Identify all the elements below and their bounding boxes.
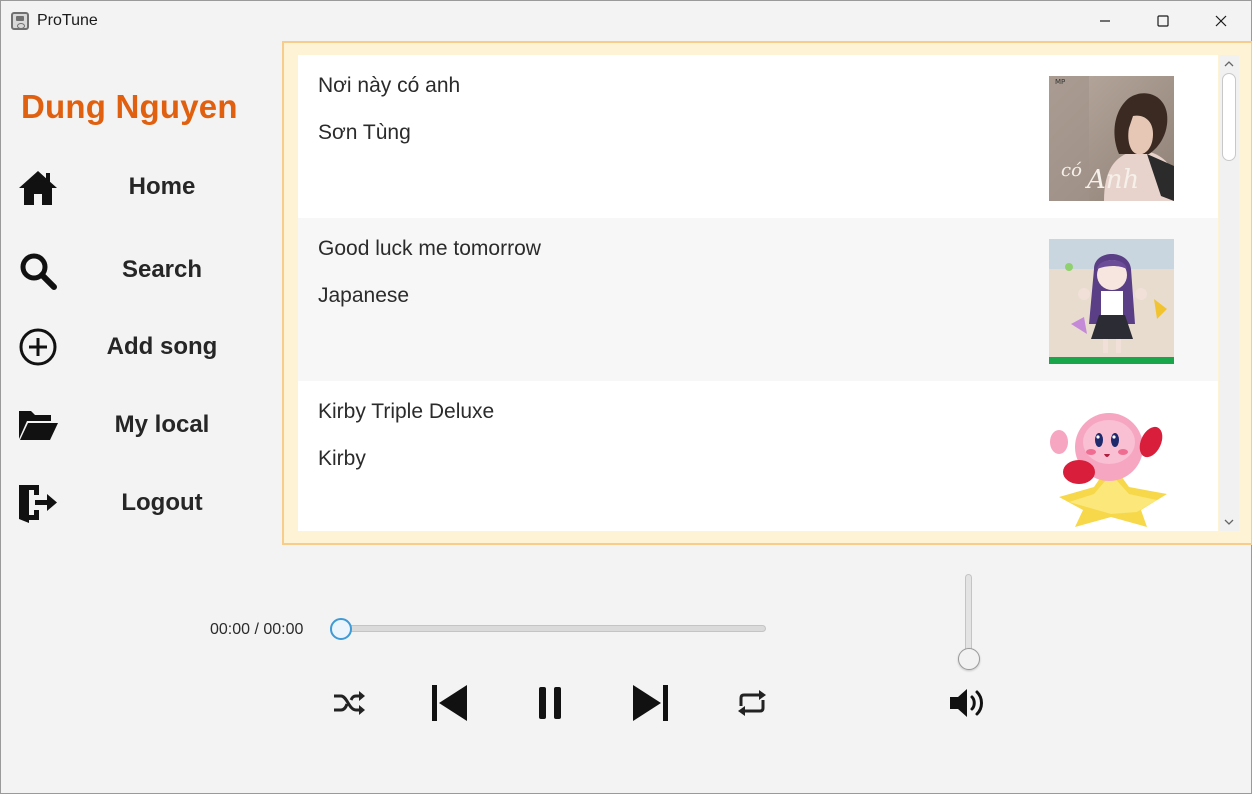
song-list[interactable]: Nơi này có anh Sơn Tùng MP có Anh Good l… xyxy=(298,55,1218,531)
song-item[interactable]: Good luck me tomorrow Japanese xyxy=(298,218,1218,381)
pause-icon xyxy=(539,687,561,719)
nav-label-home: Home xyxy=(128,173,196,200)
home-icon xyxy=(19,171,57,205)
album-art-image xyxy=(1049,402,1174,527)
maximize-icon xyxy=(1157,15,1169,27)
song-artist: Sơn Tùng xyxy=(318,121,411,144)
progress-slider[interactable] xyxy=(341,625,766,632)
shuffle-button[interactable] xyxy=(327,681,371,725)
minimize-button[interactable] xyxy=(1076,1,1134,41)
nav-label-search: Search xyxy=(121,256,203,283)
volume-button[interactable] xyxy=(947,681,991,725)
folder-open-icon xyxy=(19,411,58,440)
app-icon xyxy=(11,12,29,30)
song-list-panel: Nơi này có anh Sơn Tùng MP có Anh Good l… xyxy=(282,41,1252,545)
song-title: Kirby Triple Deluxe xyxy=(318,400,495,423)
time-display: 00:00 / 00:00 xyxy=(210,621,304,638)
svg-text:Anh: Anh xyxy=(1085,165,1139,195)
search-icon xyxy=(20,253,57,290)
shuffle-icon xyxy=(334,691,365,715)
song-list-scrollbar[interactable] xyxy=(1219,55,1239,531)
svg-text:MP: MP xyxy=(1055,78,1065,86)
close-button[interactable] xyxy=(1192,1,1250,41)
song-title: Good luck me tomorrow xyxy=(318,237,541,260)
nav-item-my-local[interactable]: My local xyxy=(17,401,267,449)
progress-slider-thumb[interactable] xyxy=(330,618,352,640)
nav-label-my-local: My local xyxy=(114,411,210,438)
volume-icon xyxy=(950,689,983,717)
song-title: Nơi này có anh xyxy=(318,74,461,97)
song-item[interactable]: Nơi này có anh Sơn Tùng MP có Anh xyxy=(298,55,1218,218)
svg-text:có: có xyxy=(1061,160,1082,181)
window-title: ProTune xyxy=(37,12,98,29)
nav-label-add-song: Add song xyxy=(106,333,218,360)
close-icon xyxy=(1215,15,1227,27)
repeat-button[interactable] xyxy=(730,681,774,725)
album-art-image xyxy=(1049,239,1174,364)
song-item[interactable]: Kirby Triple Deluxe Kirby xyxy=(298,381,1218,531)
scroll-up-icon[interactable] xyxy=(1222,57,1236,71)
volume-slider-thumb[interactable] xyxy=(958,648,980,670)
nav-label-logout: Logout xyxy=(121,489,203,516)
nav-item-add-song[interactable]: Add song xyxy=(17,323,267,371)
add-circle-icon xyxy=(19,328,57,366)
scrollbar-thumb[interactable] xyxy=(1222,73,1236,161)
previous-icon xyxy=(432,685,467,721)
user-name: Dung Nguyen xyxy=(21,88,238,125)
title-bar: ProTune xyxy=(1,1,1251,41)
maximize-button[interactable] xyxy=(1134,1,1192,41)
nav-item-logout[interactable]: Logout xyxy=(17,479,267,527)
app-window: ProTune Dung Nguyen Home Search Add song… xyxy=(0,0,1252,794)
scroll-down-icon[interactable] xyxy=(1222,515,1236,529)
song-artist: Kirby xyxy=(318,447,366,470)
repeat-icon xyxy=(738,690,766,716)
minimize-icon xyxy=(1100,20,1110,22)
previous-button[interactable] xyxy=(427,681,471,725)
next-button[interactable] xyxy=(629,681,673,725)
logout-icon xyxy=(19,485,57,523)
pause-button[interactable] xyxy=(528,681,572,725)
album-art-image: MP có Anh xyxy=(1049,76,1174,201)
nav-item-home[interactable]: Home xyxy=(17,163,267,211)
next-icon xyxy=(633,685,668,721)
nav-item-search[interactable]: Search xyxy=(17,246,267,294)
song-artist: Japanese xyxy=(318,284,410,307)
